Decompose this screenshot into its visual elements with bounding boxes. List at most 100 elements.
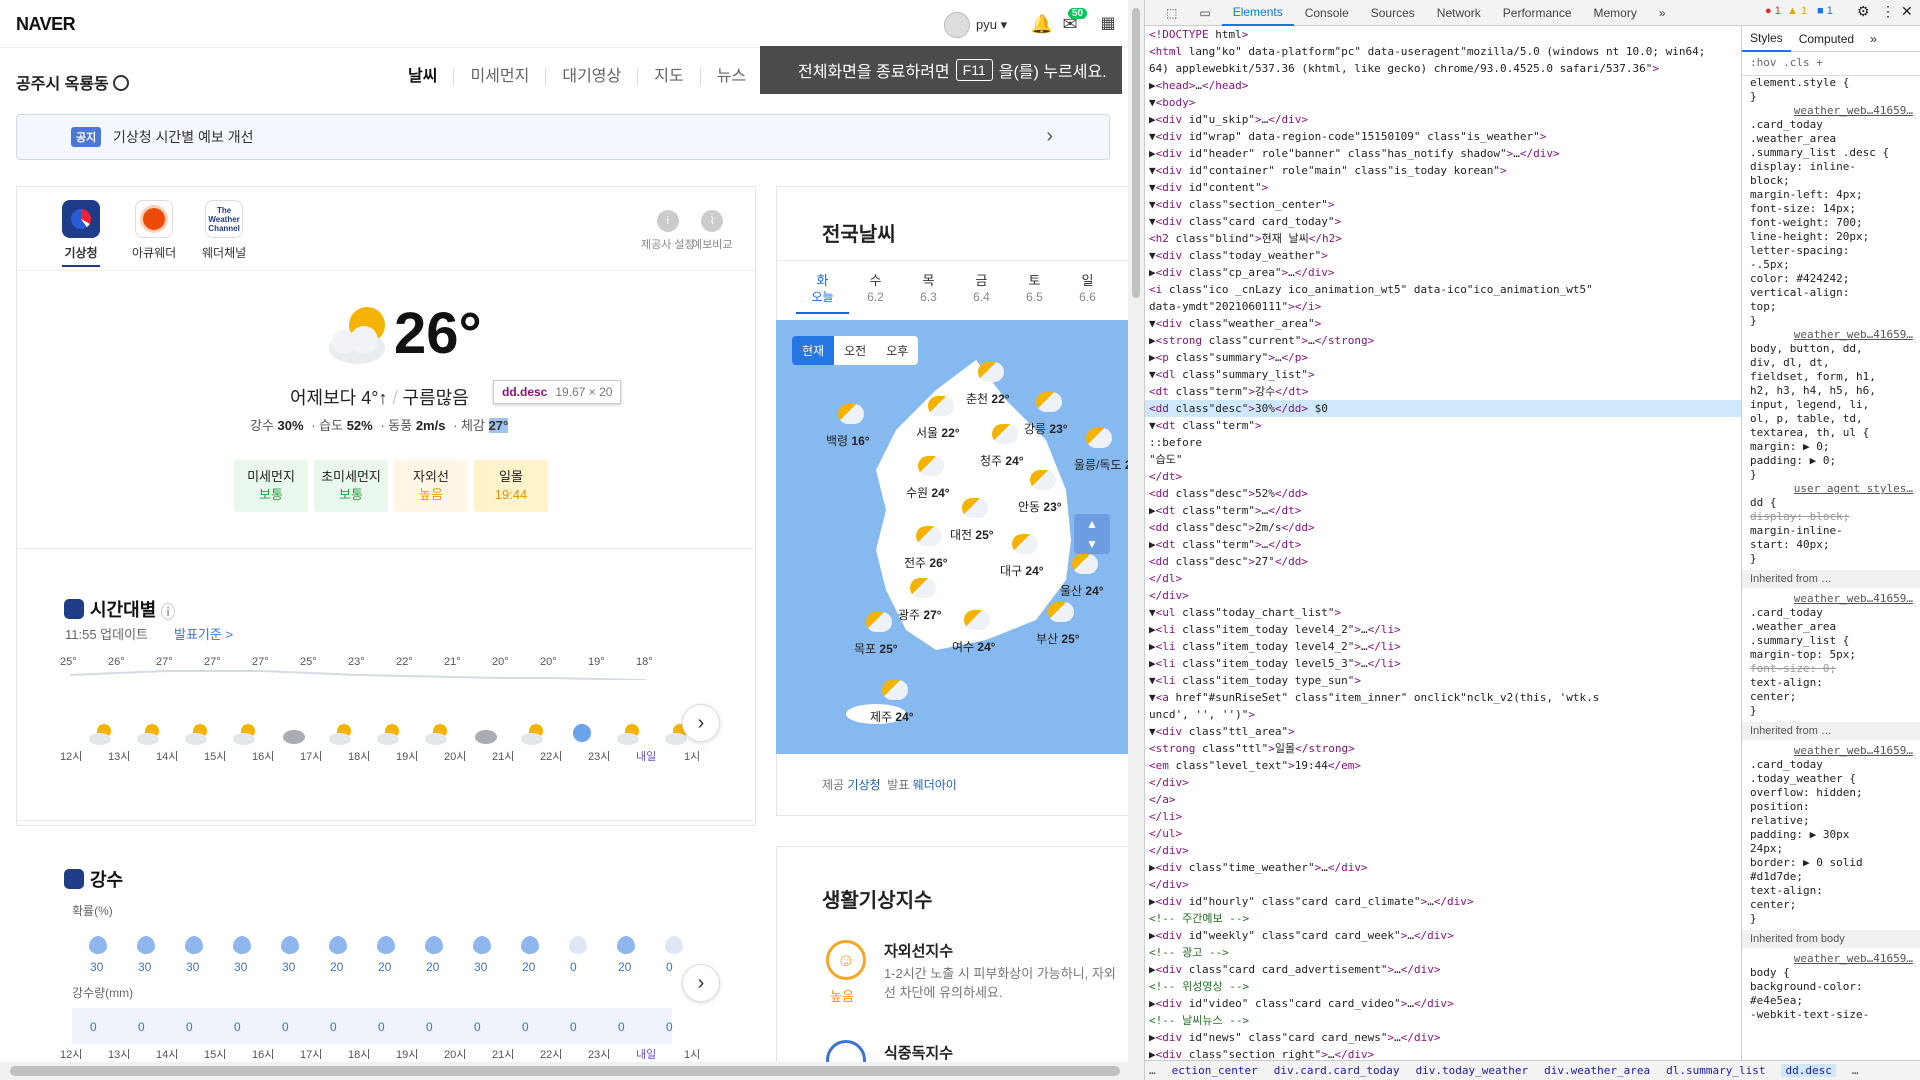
dom-line[interactable]: ▶<p class"summary">…</p> [1145,349,1741,366]
dom-line[interactable]: ▶<strong class"current">…</strong> [1145,332,1741,349]
dom-line[interactable]: ▼<ul class"today_chart_list"> [1145,604,1741,621]
location-name[interactable]: 공주시 옥룡동 [16,70,129,94]
dom-line[interactable]: ▼<div id"content"> [1145,179,1741,196]
scroll-thumb[interactable] [1132,8,1140,298]
dom-line[interactable]: <strong class"ttl">일몰</strong> [1145,740,1741,757]
provider-link2[interactable]: 웨더아이 [913,778,957,792]
dom-line[interactable]: ▼<body> [1145,94,1741,111]
segment-now[interactable]: 현재 [792,336,835,365]
dom-line[interactable]: </dl> [1145,570,1741,587]
dom-line[interactable]: ▼<div class"section_center"> [1145,196,1741,213]
dom-line[interactable]: ▶<div id"video" class"card card_video">…… [1145,995,1741,1012]
provider-link[interactable]: 기상청 [847,778,880,792]
dom-line[interactable]: ▼<div id"wrap" data-region-code"15150109… [1145,128,1741,145]
dom-line[interactable]: ▶<li class"item_today level4_2">…</li> [1145,621,1741,638]
dom-line[interactable]: ▼<div class"card card_today"> [1145,213,1741,230]
dom-line[interactable]: <dd class"desc">2m/s</dd> [1145,519,1741,536]
city-label[interactable]: 광주 27° [898,606,942,623]
dom-line[interactable]: <!-- 위성영상 --> [1145,978,1741,995]
segment-pm[interactable]: 오후 [876,336,919,365]
breadcrumb-item[interactable]: div.today_weather [1416,1064,1529,1077]
today-chip[interactable]: 초미세먼지 보통 [314,460,388,512]
gear-icon[interactable]: ⚙ [1857,3,1870,20]
dom-line[interactable]: ▼<li class"item_today type_sun"> [1145,672,1741,689]
dom-line[interactable]: ▼<div class"weather_area"> [1145,315,1741,332]
city-label[interactable]: 춘천 22° [966,390,1010,407]
day-tab[interactable]: 화 오늘 [796,272,849,314]
city-label[interactable]: 부산 25° [1036,630,1080,647]
dom-line[interactable]: <!DOCTYPE html> [1145,26,1741,43]
devtools-tab[interactable]: Performance [1492,0,1583,26]
styles-tab[interactable]: Computed [1791,32,1862,46]
dom-line[interactable]: <dd class"desc">30%</dd> $0 [1145,400,1741,417]
breadcrumb-item[interactable]: div.weather_area [1544,1064,1650,1077]
dom-line[interactable]: "습도" [1145,451,1741,468]
dom-line[interactable]: <!-- 날씨뉴스 --> [1145,1012,1741,1029]
city-label[interactable]: 대전 25° [950,526,994,543]
warning-count[interactable]: ▲ 1 [1787,5,1807,17]
dom-line[interactable]: ::before [1145,434,1741,451]
city-label[interactable]: 여수 24° [952,638,996,655]
message-count[interactable]: ■ 1 [1817,5,1833,17]
dom-line[interactable]: </ul> [1145,825,1741,842]
day-tab[interactable]: 일 6.6 [1061,272,1114,314]
city-label[interactable]: 청주 24° [980,452,1024,469]
devtools-tab[interactable]: » [1648,0,1677,26]
city-label[interactable]: 울산 24° [1060,582,1104,599]
dom-line[interactable]: ▼<dl class"summary_list"> [1145,366,1741,383]
dom-line[interactable]: ▶<div id"weekly" class"card card_week">…… [1145,927,1741,944]
forecast-compare[interactable]: ⌇ 예보비교 [692,210,732,252]
city-label[interactable]: 안동 23° [1018,498,1062,515]
city-label[interactable]: 백령 16° [826,432,870,449]
city-label[interactable]: 대구 24° [1000,562,1044,579]
dom-line[interactable]: <html lang"ko" data-platform"pc" data-us… [1145,43,1741,60]
dom-line[interactable]: ▶<dt class"term">…</dt> [1145,536,1741,553]
dom-line[interactable]: </dt> [1145,468,1741,485]
devtools-tab[interactable]: Memory [1583,0,1648,26]
city-label[interactable]: 서울 22° [916,424,960,441]
dom-line[interactable]: ▼<div id"container" role"main" class"is_… [1145,162,1741,179]
breadcrumb-item[interactable]: ection_center [1172,1064,1258,1077]
breadcrumb-item[interactable]: div.card.card_today [1274,1064,1400,1077]
dom-line[interactable]: ▶<div class"card card_advertisement">…</… [1145,961,1741,978]
dom-line[interactable]: ▼<a href"#sunRiseSet" class"item_inner" … [1145,689,1741,706]
devtools-tab[interactable]: Elements [1221,0,1294,26]
city-label[interactable]: 제주 24° [870,708,914,725]
dom-line[interactable]: ▶<dt class"term">…</dt> [1145,502,1741,519]
dom-line[interactable]: <i class"ico _cnLazy ico_animation_wt5" … [1145,281,1741,298]
notice-banner[interactable]: 공지 기상청 시간별 예보 개선 › [16,114,1110,160]
info-icon[interactable]: i [161,603,175,620]
map-zoom-control[interactable]: ▲ ▼ [1074,514,1110,554]
dom-line[interactable]: <dd class"desc">27°</dd> [1145,553,1741,570]
next-button[interactable]: › [682,704,720,742]
horizontal-scrollbar[interactable] [0,1062,1144,1080]
styles-filter[interactable]: :hov .cls + [1742,52,1920,76]
dom-line[interactable]: </div> [1145,587,1741,604]
styles-tab[interactable]: Styles [1742,26,1791,52]
user-menu[interactable]: pyu ▾ [944,12,1007,38]
dom-line[interactable]: ▶<div id"hourly" class"card card_climate… [1145,893,1741,910]
dom-line[interactable]: ▶<li class"item_today level4_2">…</li> [1145,638,1741,655]
dom-line[interactable]: ▶<div class"time_weather">…</div> [1145,859,1741,876]
day-tab[interactable]: 토 6.5 [1008,272,1061,314]
next-button[interactable]: › [682,964,720,1002]
dom-line[interactable]: ▼<dt class"term"> [1145,417,1741,434]
today-chip[interactable]: 자외선 높음 [394,460,468,512]
basis-link[interactable]: 발표기준 > [174,624,233,643]
tab-air-video[interactable]: 대기영상 [545,68,637,86]
today-chip[interactable]: 일몰 19:44 [474,460,548,512]
dom-line[interactable]: ▶<div class"cp_area">…</div> [1145,264,1741,281]
dom-line[interactable]: uncd', '', '')"> [1145,706,1741,723]
provider-settings[interactable]: i 제공사 설정 [641,210,695,252]
error-count[interactable]: ● 1 [1765,5,1781,17]
dom-line[interactable]: </div> [1145,842,1741,859]
device-toggle-icon[interactable]: ▭ [1188,0,1221,26]
dom-line[interactable]: ▶<div id"header" role"banner" class"has_… [1145,145,1741,162]
dom-line[interactable]: <dt class"term">강수</dt> [1145,383,1741,400]
dom-line[interactable]: </li> [1145,808,1741,825]
close-icon[interactable]: ✕ [1901,3,1913,20]
tab-weather[interactable]: 날씨 [392,68,453,86]
dom-line[interactable]: <h2 class"blind">현재 날씨</h2> [1145,230,1741,247]
apps-grid-icon[interactable]: ▦ [1096,12,1120,36]
dom-line[interactable]: 64) applewebkit/537.36 (khtml, like geck… [1145,60,1741,77]
